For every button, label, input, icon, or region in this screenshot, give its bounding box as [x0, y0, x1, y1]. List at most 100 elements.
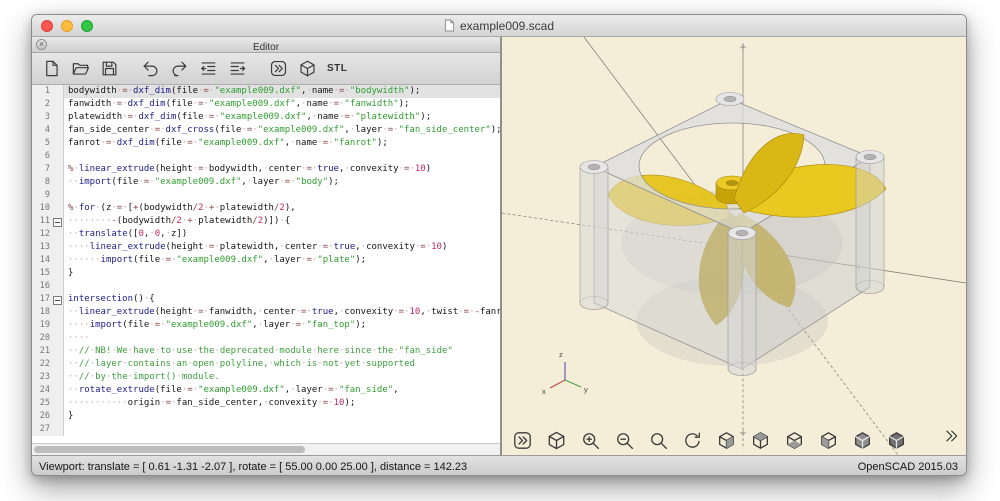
code-line[interactable]: 21··//·NB!·We·have·to·use·the·deprecated… [32, 345, 500, 358]
indent-button[interactable] [228, 59, 247, 78]
view-top-button[interactable] [750, 430, 771, 451]
minimize-window-button[interactable] [61, 20, 73, 32]
gutter-cell: 22 [32, 358, 64, 371]
render-button[interactable] [298, 59, 317, 78]
code-line[interactable]: 25···········origin·=·fan_side_center,·c… [32, 397, 500, 410]
line-number: 12 [32, 228, 52, 241]
view-back-button[interactable] [886, 430, 907, 451]
view-front-button[interactable] [852, 430, 873, 451]
code-line[interactable]: 24··rotate_extrude(file·=·"example009.dx… [32, 384, 500, 397]
editor-close-button[interactable]: × [36, 39, 47, 50]
line-number: 18 [32, 306, 52, 319]
gutter-cell: 10 [32, 202, 64, 215]
code-line[interactable]: 4fan_side_center·=·dxf_cross(file·=·"exa… [32, 124, 500, 137]
view-left-button[interactable] [818, 430, 839, 451]
preview-button[interactable] [512, 430, 533, 451]
code-line[interactable]: 19····import(file·=·"example009.dxf",·la… [32, 319, 500, 332]
code-line[interactable]: 12··translate([0,·0,·z]) [32, 228, 500, 241]
gutter-cell: 21 [32, 345, 64, 358]
editor-panel-titlebar[interactable]: × Editor [32, 37, 500, 53]
redo-button[interactable] [170, 59, 189, 78]
code-line[interactable]: 18··linear_extrude(height·=·fanwidth,·ce… [32, 306, 500, 319]
view-bottom-button[interactable] [784, 430, 805, 451]
line-number: 20 [32, 332, 52, 345]
line-number: 9 [32, 189, 52, 202]
code-line[interactable]: 14······import(file·=·"example009.dxf",·… [32, 254, 500, 267]
code-line[interactable]: 8··import(file·=·"example009.dxf",·layer… [32, 176, 500, 189]
gutter-cell: 14 [32, 254, 64, 267]
scrollbar-thumb[interactable] [34, 446, 305, 453]
preview-button[interactable] [269, 59, 288, 78]
new-file-icon [42, 59, 61, 78]
code-line[interactable]: 2fanwidth·=·dxf_dim(file·=·"example009.d… [32, 98, 500, 111]
code-line[interactable]: 11········-(bodywidth/2·+·platewidth/2)]… [32, 215, 500, 228]
line-number: 1 [32, 85, 52, 98]
gutter-cell: 12 [32, 228, 64, 241]
zoom-in-button[interactable] [580, 430, 601, 451]
zoom-out-button[interactable] [614, 430, 635, 451]
line-number: 24 [32, 384, 52, 397]
code-line[interactable]: 7%·linear_extrude(height·=·bodywidth,·ce… [32, 163, 500, 176]
line-number: 25 [32, 397, 52, 410]
code-line[interactable]: 6 [32, 150, 500, 163]
axis-label-y: y [584, 385, 588, 394]
view-right-button[interactable] [716, 430, 737, 451]
save-file-button[interactable] [100, 59, 119, 78]
code-line[interactable]: 23··//·by·the·import()·module. [32, 371, 500, 384]
line-number: 17 [32, 293, 52, 306]
line-number: 8 [32, 176, 52, 189]
3d-viewport[interactable]: x y z [502, 37, 966, 455]
view-front-icon [852, 430, 873, 451]
axis-label-x: x [542, 387, 546, 396]
code-line[interactable]: 16 [32, 280, 500, 293]
code-line[interactable]: 27 [32, 423, 500, 436]
gutter-cell: 7 [32, 163, 64, 176]
reset-view-icon [682, 430, 703, 451]
code-line[interactable]: 17intersection()·{ [32, 293, 500, 306]
code-line[interactable]: 26} [32, 410, 500, 423]
render-button[interactable] [546, 430, 567, 451]
gutter-cell: 20 [32, 332, 64, 345]
open-file-icon [71, 59, 90, 78]
undo-button[interactable] [141, 59, 160, 78]
zoom-all-button[interactable] [648, 430, 669, 451]
open-file-button[interactable] [71, 59, 90, 78]
code-line[interactable]: 22··//·layer·contains·an·open·polyline,·… [32, 358, 500, 371]
zoom-window-button[interactable] [81, 20, 93, 32]
indent-icon [228, 59, 247, 78]
export-stl-button[interactable]: STL [327, 63, 347, 74]
code-line[interactable]: 1bodywidth·=·dxf_dim(file·=·"example009.… [32, 85, 500, 98]
gutter-cell: 11 [32, 215, 64, 228]
code-line[interactable]: 15} [32, 267, 500, 280]
line-number: 26 [32, 410, 52, 423]
code-line[interactable]: 13····linear_extrude(height·=·platewidth… [32, 241, 500, 254]
gutter-cell: 25 [32, 397, 64, 410]
unindent-button[interactable] [199, 59, 218, 78]
fold-marker[interactable] [52, 293, 63, 306]
line-number: 4 [32, 124, 52, 137]
view-top-icon [750, 430, 771, 451]
editor-horizontal-scrollbar[interactable] [32, 443, 500, 455]
toolbar-overflow-button[interactable] [942, 427, 960, 450]
code-line[interactable]: 5fanrot·=·dxf_dim(file·=·"example009.dxf… [32, 137, 500, 150]
code-line[interactable]: 9 [32, 189, 500, 202]
line-number: 13 [32, 241, 52, 254]
preview-icon [269, 59, 288, 78]
main-area: × Editor STL 1bodywidth·=·dxf_dim(file·=… [32, 37, 966, 455]
gutter-cell: 6 [32, 150, 64, 163]
redo-icon [170, 59, 189, 78]
gutter-cell: 24 [32, 384, 64, 397]
window-titlebar[interactable]: example009.scad [32, 15, 966, 37]
code-editor[interactable]: 1bodywidth·=·dxf_dim(file·=·"example009.… [32, 85, 500, 443]
openscad-window: example009.scad × Editor STL 1bodywidth·… [31, 14, 967, 476]
reset-view-button[interactable] [682, 430, 703, 451]
code-line[interactable]: 3platewidth·=·dxf_dim(file·=·"example009… [32, 111, 500, 124]
code-line[interactable]: 20···· [32, 332, 500, 345]
3d-scene-canvas[interactable] [502, 37, 966, 455]
new-file-button[interactable] [42, 59, 61, 78]
window-title: example009.scad [444, 19, 554, 33]
code-line[interactable]: 10%·for·(z·=·[+(bodywidth/2·+·platewidth… [32, 202, 500, 215]
close-window-button[interactable] [41, 20, 53, 32]
small-axes [550, 362, 581, 388]
fold-marker[interactable] [52, 215, 63, 228]
